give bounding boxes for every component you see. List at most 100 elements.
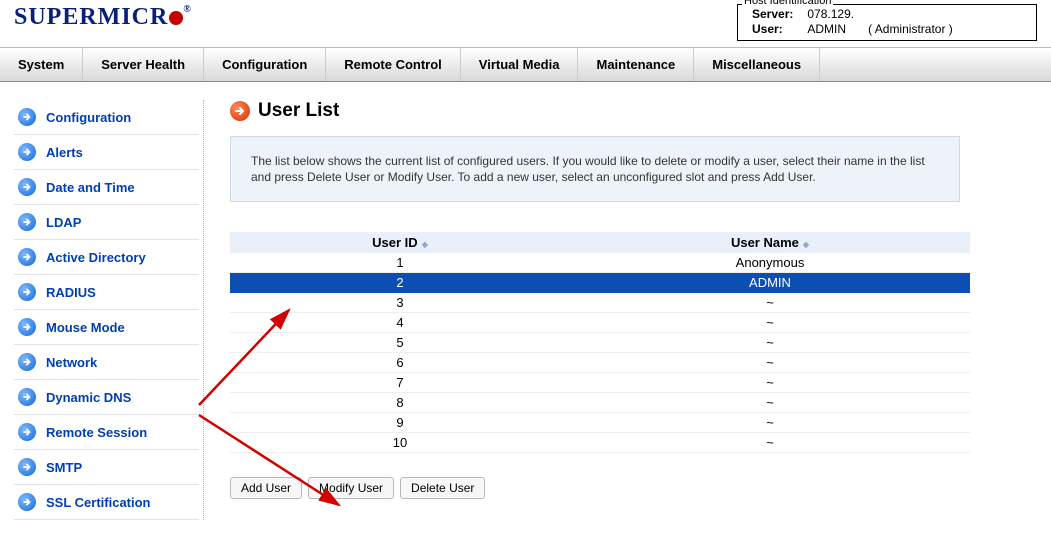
- sidebar-item-ssl-certification[interactable]: SSL Certification: [14, 485, 199, 520]
- sidebar-item-remote-session[interactable]: Remote Session: [14, 415, 199, 450]
- table-row[interactable]: 1Anonymous: [230, 253, 970, 273]
- cell-user-id: 4: [230, 313, 570, 333]
- user-value: ADMIN: [807, 22, 868, 37]
- sidebar-item-active-directory[interactable]: Active Directory: [14, 240, 199, 275]
- sidebar-item-configuration[interactable]: Configuration: [14, 100, 199, 135]
- cell-user-name: ~: [570, 373, 970, 393]
- host-identification-box: Host Identification Server: 078.129. Use…: [737, 4, 1037, 41]
- arrow-circle-icon: [18, 353, 36, 371]
- sidebar-item-date-and-time[interactable]: Date and Time: [14, 170, 199, 205]
- sidebar-item-label: Mouse Mode: [46, 320, 125, 335]
- col-user-id[interactable]: User ID ◆: [230, 232, 570, 253]
- cell-user-name: ~: [570, 313, 970, 333]
- nav-miscellaneous[interactable]: Miscellaneous: [694, 48, 820, 81]
- logo-dot-icon: [169, 11, 183, 25]
- col-user-name[interactable]: User Name ◆: [570, 232, 970, 253]
- arrow-circle-icon: [18, 178, 36, 196]
- nav-maintenance[interactable]: Maintenance: [578, 48, 694, 81]
- sidebar-item-smtp[interactable]: SMTP: [14, 450, 199, 485]
- arrow-circle-icon: [230, 101, 250, 121]
- arrow-circle-icon: [18, 213, 36, 231]
- info-box: The list below shows the current list of…: [230, 136, 960, 202]
- table-row[interactable]: 7~: [230, 373, 970, 393]
- cell-user-name: ~: [570, 353, 970, 373]
- table-row[interactable]: 4~: [230, 313, 970, 333]
- sort-icon: ◆: [422, 240, 428, 249]
- nav-configuration[interactable]: Configuration: [204, 48, 326, 81]
- page-title: User List: [230, 100, 1029, 122]
- arrow-circle-icon: [18, 248, 36, 266]
- sidebar-item-label: Active Directory: [46, 250, 146, 265]
- sidebar-item-label: Date and Time: [46, 180, 135, 195]
- cell-user-id: 2: [230, 273, 570, 293]
- sidebar: Configuration Alerts Date and Time LDAP Acti…: [14, 100, 204, 520]
- table-row[interactable]: 5~: [230, 333, 970, 353]
- arrow-circle-icon: [18, 458, 36, 476]
- arrow-circle-icon: [18, 143, 36, 161]
- server-value: 078.129.: [807, 7, 868, 22]
- col-user-id-label: User ID: [372, 235, 418, 250]
- main-navbar: System Server Health Configuration Remot…: [0, 47, 1051, 82]
- cell-user-name: ~: [570, 393, 970, 413]
- user-label: User:: [752, 22, 807, 37]
- sort-icon: ◆: [803, 240, 809, 249]
- nav-remote-control[interactable]: Remote Control: [326, 48, 461, 81]
- arrow-circle-icon: [18, 283, 36, 301]
- sidebar-item-label: LDAP: [46, 215, 81, 230]
- sidebar-item-alerts[interactable]: Alerts: [14, 135, 199, 170]
- arrow-circle-icon: [18, 318, 36, 336]
- cell-user-name: Anonymous: [570, 253, 970, 273]
- nav-system[interactable]: System: [0, 48, 83, 81]
- sidebar-item-label: Network: [46, 355, 97, 370]
- cell-user-id: 3: [230, 293, 570, 313]
- table-row[interactable]: 3~: [230, 293, 970, 313]
- arrow-circle-icon: [18, 423, 36, 441]
- cell-user-name: ADMIN: [570, 273, 970, 293]
- brand-logo: SUPERMICR ®: [14, 4, 192, 31]
- sidebar-item-network[interactable]: Network: [14, 345, 199, 380]
- content: User List The list below shows the curre…: [204, 100, 1051, 520]
- sidebar-item-label: RADIUS: [46, 285, 96, 300]
- cell-user-id: 6: [230, 353, 570, 373]
- modify-user-button[interactable]: Modify User: [308, 477, 394, 499]
- sidebar-item-dynamic-dns[interactable]: Dynamic DNS: [14, 380, 199, 415]
- cell-user-id: 10: [230, 433, 570, 453]
- table-row[interactable]: 8~: [230, 393, 970, 413]
- sidebar-item-mouse-mode[interactable]: Mouse Mode: [14, 310, 199, 345]
- cell-user-name: ~: [570, 333, 970, 353]
- page-title-text: User List: [258, 100, 339, 122]
- table-row[interactable]: 9~: [230, 413, 970, 433]
- arrow-circle-icon: [18, 108, 36, 126]
- table-row[interactable]: 2ADMIN: [230, 273, 970, 293]
- sidebar-item-label: Configuration: [46, 110, 131, 125]
- cell-user-name: ~: [570, 433, 970, 453]
- nav-server-health[interactable]: Server Health: [83, 48, 204, 81]
- cell-user-name: ~: [570, 293, 970, 313]
- user-table: User ID◆ User Name◆ 1Anonymous2ADMIN3~4~…: [230, 232, 970, 453]
- cell-user-id: 5: [230, 333, 570, 353]
- cell-user-id: 1: [230, 253, 570, 273]
- sidebar-item-label: Alerts: [46, 145, 83, 160]
- cell-user-id: 8: [230, 393, 570, 413]
- table-row[interactable]: 10~: [230, 433, 970, 453]
- arrow-circle-icon: [18, 388, 36, 406]
- server-label: Server:: [752, 7, 807, 22]
- nav-virtual-media[interactable]: Virtual Media: [461, 48, 579, 81]
- delete-user-button[interactable]: Delete User: [400, 477, 485, 499]
- col-user-name-label: User Name: [731, 235, 799, 250]
- table-row[interactable]: 6~: [230, 353, 970, 373]
- sidebar-item-label: SSL Certification: [46, 495, 151, 510]
- logo-trademark: ®: [183, 4, 191, 15]
- sidebar-item-radius[interactable]: RADIUS: [14, 275, 199, 310]
- logo-text: SUPERMICR: [14, 4, 168, 30]
- host-legend: Host Identification: [742, 0, 833, 7]
- sidebar-item-label: Remote Session: [46, 425, 147, 440]
- add-user-button[interactable]: Add User: [230, 477, 302, 499]
- sidebar-item-label: Dynamic DNS: [46, 390, 131, 405]
- cell-user-id: 9: [230, 413, 570, 433]
- cell-user-name: ~: [570, 413, 970, 433]
- sidebar-item-ldap[interactable]: LDAP: [14, 205, 199, 240]
- user-role: ( Administrator ): [868, 22, 967, 37]
- sidebar-item-label: SMTP: [46, 460, 82, 475]
- arrow-circle-icon: [18, 493, 36, 511]
